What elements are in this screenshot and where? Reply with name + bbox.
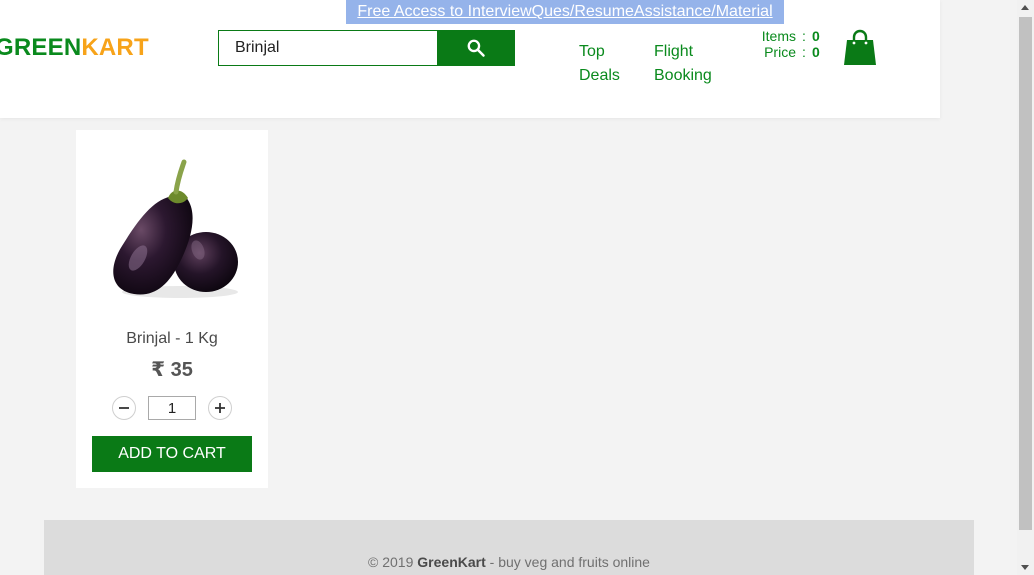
cart-price-value: 0	[812, 44, 820, 60]
brinjal-image	[113, 159, 238, 298]
minus-icon	[119, 407, 129, 409]
header: Free Access to InterviewQues/ResumeAssis…	[0, 0, 940, 118]
search-input[interactable]	[218, 30, 438, 66]
footer-copyright: © 2019	[368, 554, 414, 570]
cart-items-row: Items : 0	[740, 28, 824, 44]
increment-button[interactable]	[208, 396, 232, 420]
cart-price-label: Price	[764, 44, 796, 60]
cart-bag-icon[interactable]	[843, 28, 877, 71]
nav-flight-booking[interactable]: Flight Booking	[654, 40, 712, 88]
cart-items-label: Items	[761, 28, 796, 44]
brand-logo[interactable]: GREENKART	[0, 34, 149, 62]
nav-top-deals-line2: Deals	[579, 67, 620, 84]
cart-price-separator: :	[802, 44, 806, 60]
decrement-button[interactable]	[112, 396, 136, 420]
product-price: ₹ 35	[151, 359, 193, 381]
scroll-up-arrow-icon[interactable]	[1021, 5, 1029, 10]
footer-tagline: - buy veg and fruits online	[489, 554, 650, 570]
footer-brand: GreenKart	[417, 554, 486, 570]
scroll-down-arrow-icon[interactable]	[1021, 565, 1029, 570]
footer: © 2019 GreenKart - buy veg and fruits on…	[44, 520, 974, 575]
add-to-cart-button[interactable]: ADD TO CART	[92, 436, 252, 472]
nav-top-deals-line1: Top	[579, 43, 605, 60]
product-name: Brinjal - 1 Kg	[126, 330, 218, 347]
plus-icon	[215, 403, 225, 413]
nav-flight-booking-line2: Booking	[654, 67, 712, 84]
vertical-scrollbar[interactable]	[1017, 0, 1034, 575]
footer-text: © 2019 GreenKart - buy veg and fruits on…	[44, 554, 974, 570]
nav-top-deals[interactable]: Top Deals	[579, 40, 620, 88]
cart-price-row: Price : 0	[740, 44, 824, 60]
cart-items-separator: :	[802, 28, 806, 44]
promo-link[interactable]: Free Access to InterviewQues/ResumeAssis…	[346, 0, 784, 24]
search-icon	[467, 39, 485, 57]
brand-logo-green: GREEN	[0, 34, 82, 61]
nav-flight-booking-line1: Flight	[654, 43, 694, 60]
brand-logo-orange: KART	[81, 34, 149, 61]
scroll-thumb[interactable]	[1019, 17, 1032, 530]
quantity-input[interactable]	[148, 396, 196, 420]
cart-summary: Items : 0 Price : 0	[740, 28, 824, 60]
product-card: Brinjal - 1 Kg ₹ 35 ADD TO CART	[76, 130, 268, 488]
search-button[interactable]	[437, 30, 515, 66]
cart-items-value: 0	[812, 28, 820, 44]
